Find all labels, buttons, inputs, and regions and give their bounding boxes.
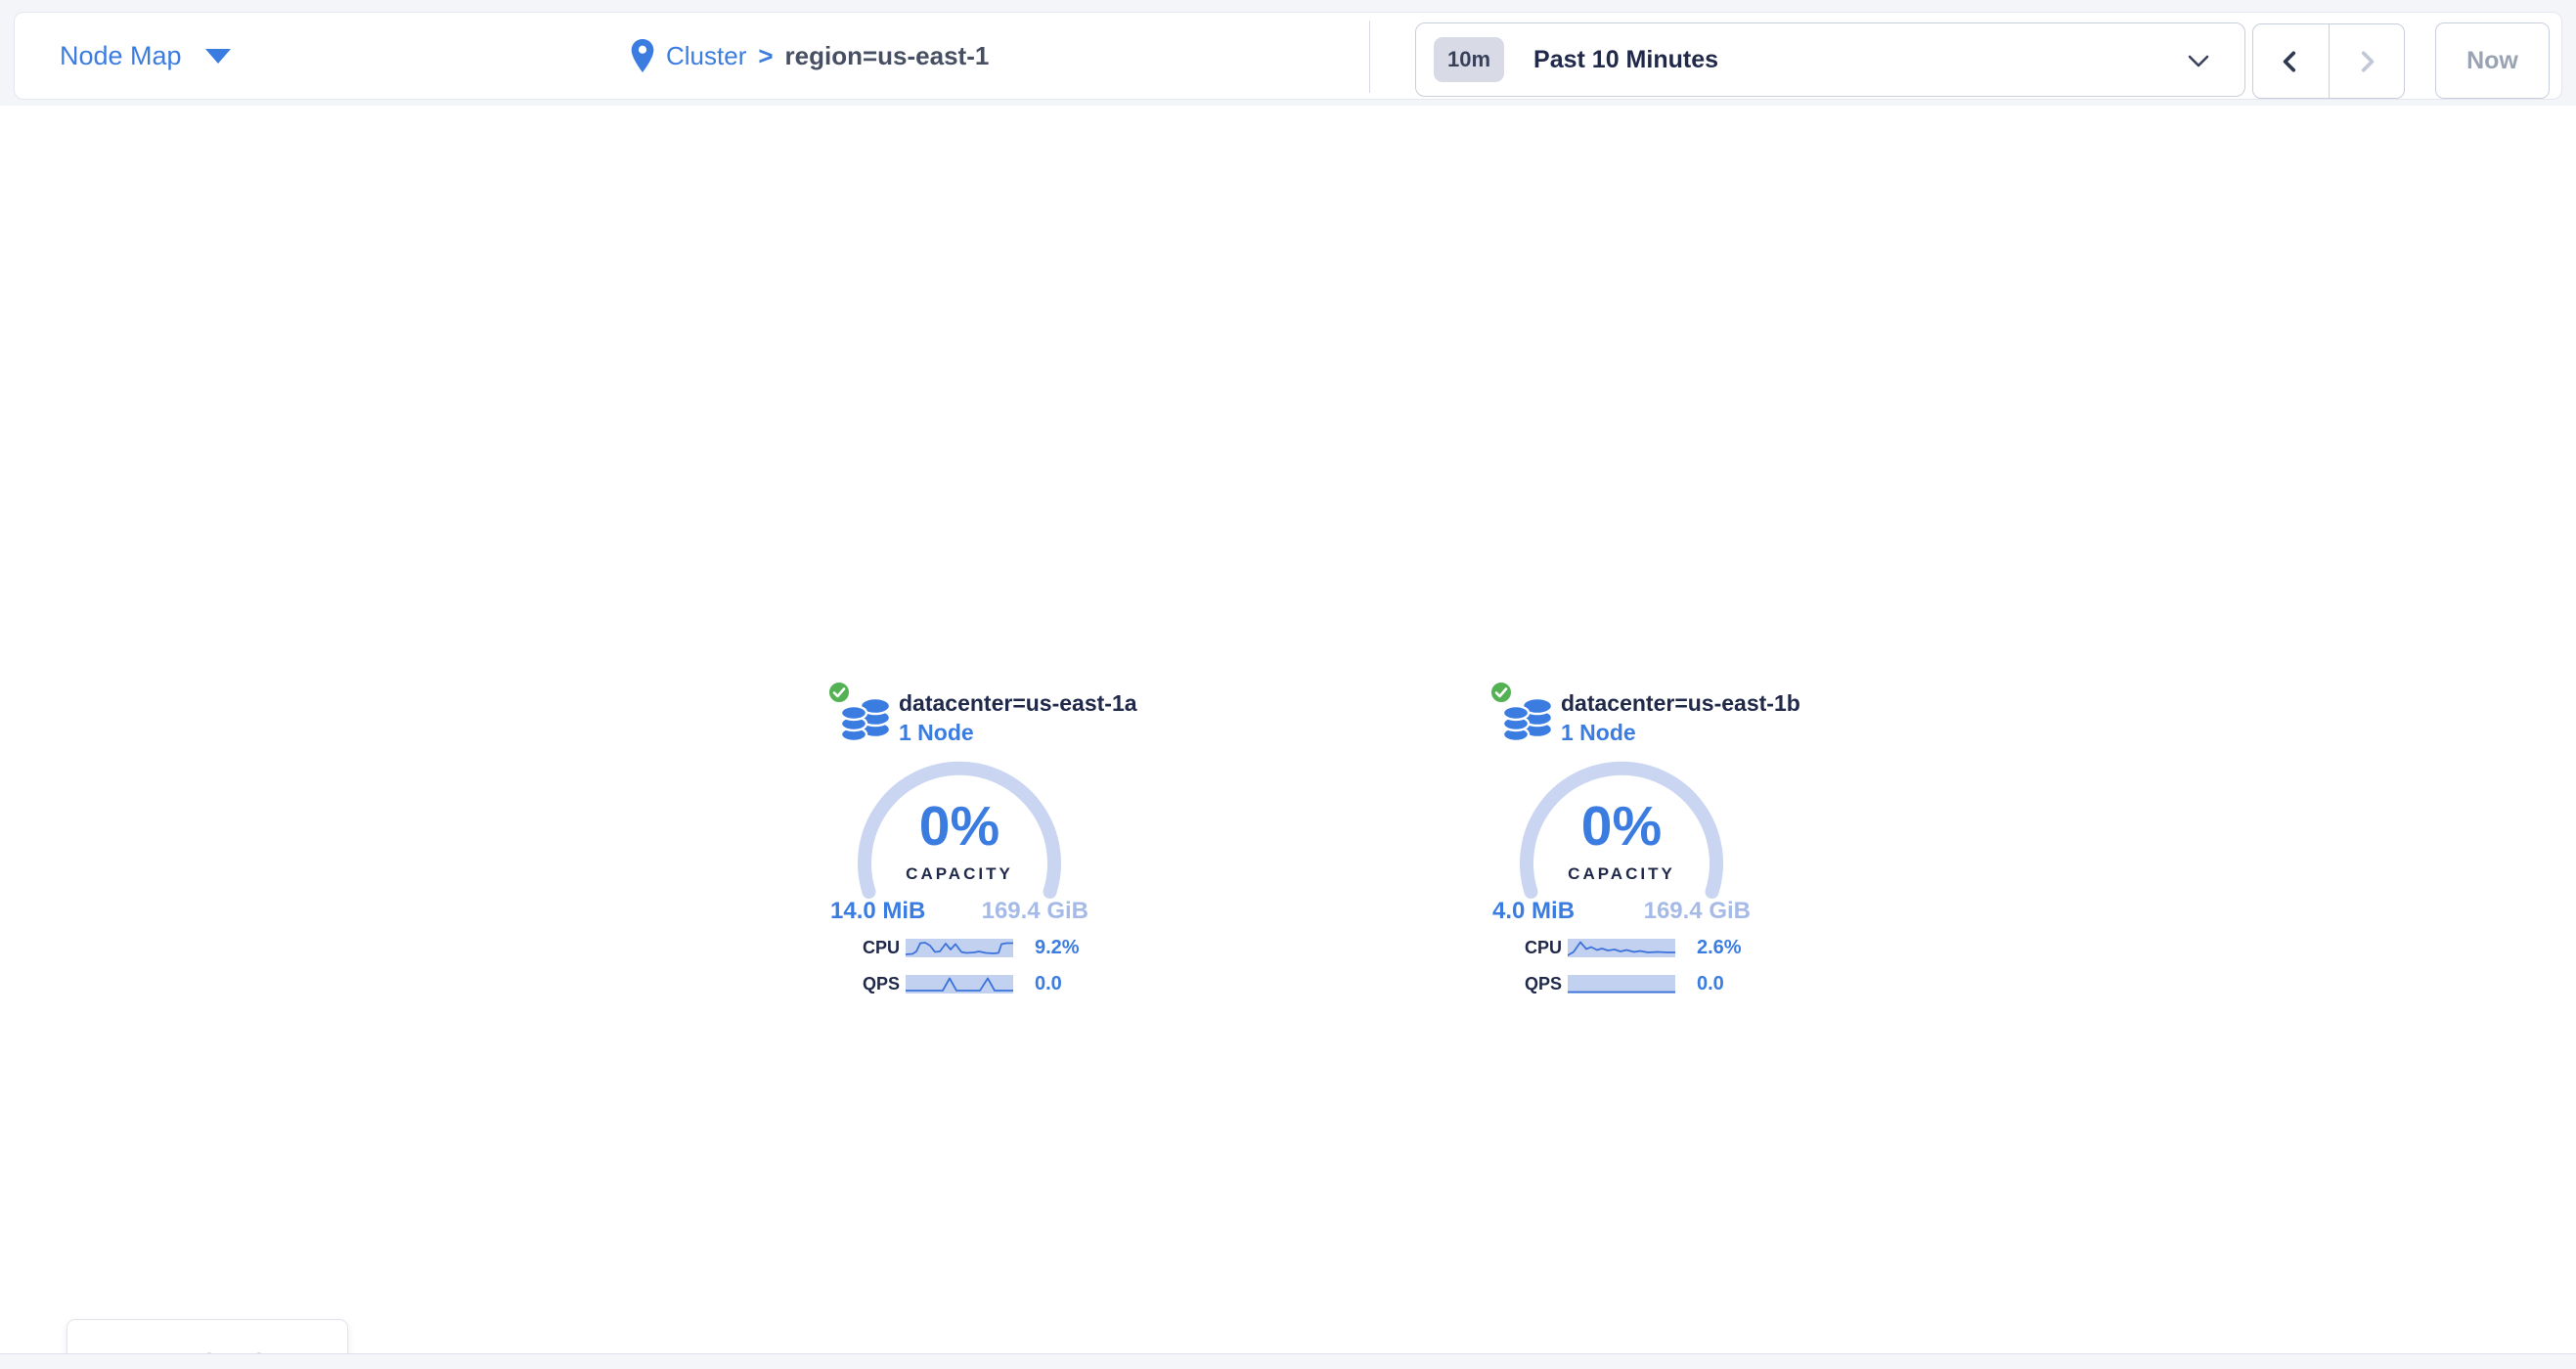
chevron-down-icon bbox=[2188, 55, 2209, 67]
cpu-sparkline bbox=[906, 939, 1013, 957]
qps-value: 0.0 bbox=[1697, 973, 1775, 995]
view-selector-dropdown[interactable]: Node Map bbox=[60, 13, 231, 99]
locality-name: datacenter=us-east-1a bbox=[899, 690, 1137, 717]
caret-down-icon bbox=[205, 49, 231, 64]
qps-sparkline bbox=[906, 975, 1013, 994]
locality-name: datacenter=us-east-1b bbox=[1561, 690, 1800, 717]
cpu-value: 9.2% bbox=[1035, 937, 1113, 959]
chevron-left-icon bbox=[2278, 49, 2303, 74]
capacity-total: 169.4 GiB bbox=[982, 898, 1088, 925]
capacity-percent: 0% bbox=[1514, 794, 1729, 859]
capacity-label: CAPACITY bbox=[852, 864, 1067, 884]
capacity-values: 4.0 MiB 169.4 GiB bbox=[1492, 898, 1751, 925]
locality-node-count-link[interactable]: 1 Node bbox=[1561, 720, 1636, 746]
capacity-label: CAPACITY bbox=[1514, 864, 1729, 884]
locality-card-us-east-1a[interactable]: datacenter=us-east-1a 1 Node 0% CAPACITY… bbox=[826, 681, 1120, 1003]
time-window-label: Past 10 Minutes bbox=[1533, 46, 1718, 74]
location-pin-icon bbox=[631, 39, 654, 72]
cpu-sparkline bbox=[1568, 939, 1675, 957]
cpu-label: CPU bbox=[1488, 938, 1562, 958]
qps-metric-row: QPS 0.0 bbox=[1488, 974, 1775, 994]
time-window-badge: 10m bbox=[1434, 37, 1504, 82]
locality-card-us-east-1b[interactable]: datacenter=us-east-1b 1 Node 0% CAPACITY… bbox=[1488, 681, 1782, 1003]
qps-value: 0.0 bbox=[1035, 973, 1113, 995]
cpu-metric-row: CPU 9.2% bbox=[826, 938, 1113, 957]
locality-node-count-link[interactable]: 1 Node bbox=[899, 720, 974, 746]
qps-label: QPS bbox=[826, 974, 900, 994]
capacity-total: 169.4 GiB bbox=[1644, 898, 1751, 925]
qps-sparkline bbox=[1568, 975, 1675, 994]
breadcrumb-separator: > bbox=[758, 41, 773, 71]
capacity-used: 14.0 MiB bbox=[830, 898, 925, 925]
breadcrumb: Cluster > region=us-east-1 bbox=[631, 13, 989, 99]
view-selector-label: Node Map bbox=[60, 41, 182, 71]
time-next-button[interactable] bbox=[2329, 24, 2405, 98]
status-healthy-icon bbox=[1489, 681, 1513, 704]
node-map-canvas: datacenter=us-east-1a 1 Node 0% CAPACITY… bbox=[0, 106, 2576, 1353]
cpu-value: 2.6% bbox=[1697, 937, 1775, 959]
qps-label: QPS bbox=[1488, 974, 1562, 994]
topbar-divider bbox=[1369, 21, 1370, 93]
top-bar: Node Map Cluster > region=us-east-1 10m … bbox=[14, 12, 2562, 100]
now-button[interactable]: Now bbox=[2435, 22, 2550, 99]
qps-metric-row: QPS 0.0 bbox=[826, 974, 1113, 994]
time-prev-button[interactable] bbox=[2253, 24, 2329, 98]
footer-strip bbox=[0, 1353, 2576, 1369]
cpu-metric-row: CPU 2.6% bbox=[1488, 938, 1775, 957]
capacity-used: 4.0 MiB bbox=[1492, 898, 1575, 925]
chevron-right-icon bbox=[2354, 49, 2379, 74]
time-window-select[interactable]: 10m Past 10 Minutes bbox=[1415, 22, 2245, 97]
capacity-values: 14.0 MiB 169.4 GiB bbox=[830, 898, 1088, 925]
time-nav-group bbox=[2252, 23, 2405, 99]
capacity-percent: 0% bbox=[852, 794, 1067, 859]
breadcrumb-current-location: region=us-east-1 bbox=[785, 41, 990, 71]
breadcrumb-cluster-link[interactable]: Cluster bbox=[666, 41, 746, 71]
cpu-label: CPU bbox=[826, 938, 900, 958]
status-healthy-icon bbox=[827, 681, 851, 704]
